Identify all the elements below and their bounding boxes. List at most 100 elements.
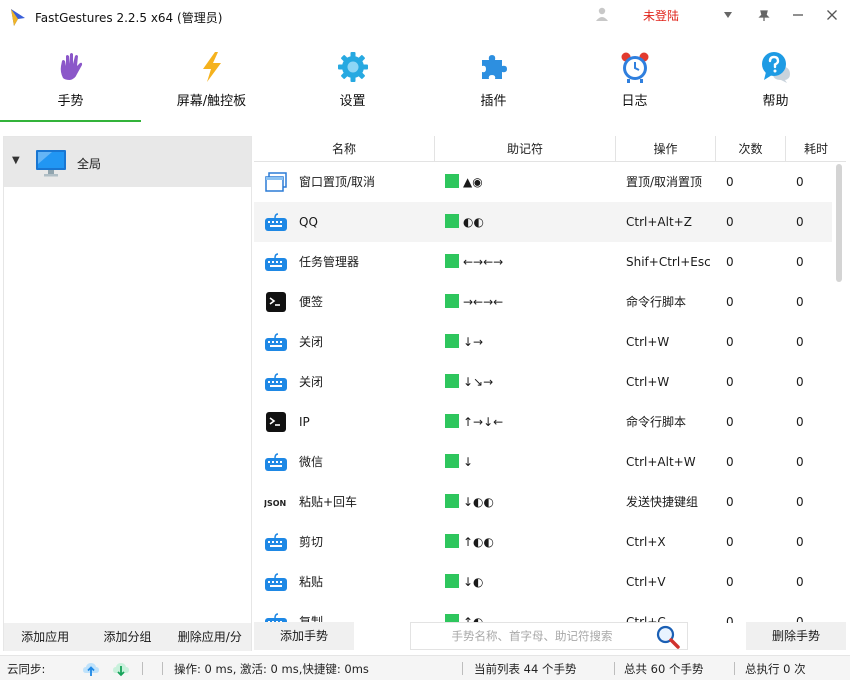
- mnemonic-swatch: [445, 374, 459, 388]
- login-status-link[interactable]: 未登陆: [643, 7, 679, 24]
- keyboard-icon: [265, 373, 287, 391]
- keyboard-icon: [265, 333, 287, 351]
- gesture-mnemonic: →←→←: [445, 282, 610, 322]
- mnemonic-symbols: ↑→↓←: [463, 415, 504, 429]
- mnemonic-swatch: [445, 214, 459, 228]
- gesture-name: 便签: [299, 295, 324, 309]
- scrollbar-thumb[interactable]: [836, 164, 842, 282]
- pin-button[interactable]: [752, 4, 776, 26]
- tab-settings[interactable]: 设置: [282, 36, 423, 122]
- window-icon: [265, 172, 287, 192]
- keyboard-icon: [265, 453, 287, 471]
- gesture-mnemonic: ↑→↓←: [445, 402, 610, 442]
- mnemonic-symbols: ↓: [463, 455, 474, 469]
- gesture-action: Ctrl+W: [626, 375, 670, 389]
- mnemonic-swatch: [445, 254, 459, 268]
- gesture-time: 0: [796, 255, 804, 269]
- monitor-icon: [36, 150, 66, 177]
- gesture-mnemonic: ↓◐◐: [445, 482, 610, 522]
- title-bar: FastGestures 2.2.5 x64 (管理员) 未登陆: [0, 0, 850, 32]
- column-header-action[interactable]: 操作: [616, 136, 716, 162]
- gesture-count: 0: [726, 415, 734, 429]
- dropdown-menu-button[interactable]: [716, 4, 740, 26]
- gesture-mnemonic: ↑◐: [445, 602, 610, 623]
- status-bar: 云同步: 操作: 0 ms, 激活: 0 ms,快捷键: 0ms 当前列表 44…: [0, 655, 850, 680]
- svg-text:JSON: JSON: [264, 499, 286, 508]
- expand-arrow-icon[interactable]: ▼: [12, 155, 20, 166]
- gesture-name: IP: [299, 415, 310, 429]
- column-header-mnemonic[interactable]: 助记符: [435, 136, 616, 162]
- gesture-action: Ctrl+X: [626, 535, 666, 549]
- user-icon[interactable]: [594, 6, 610, 22]
- gesture-mnemonic: ↓: [445, 442, 610, 482]
- gesture-action: 置顶/取消置顶: [626, 175, 703, 189]
- table-row[interactable]: QQ ◐◐ Ctrl+Alt+Z 0 0: [254, 202, 832, 242]
- table-row[interactable]: 粘贴 ↓◐ Ctrl+V 0 0: [254, 562, 832, 602]
- tab-plugins[interactable]: 插件: [423, 36, 564, 122]
- add-gesture-button[interactable]: 添加手势: [254, 622, 354, 650]
- table-row[interactable]: 复制 ↑◐ Ctrl+C 0 0: [254, 602, 832, 623]
- keyboard-icon: [265, 533, 287, 551]
- delete-gesture-button[interactable]: 删除手势: [746, 622, 846, 650]
- close-button[interactable]: [820, 4, 844, 26]
- gesture-count: 0: [726, 455, 734, 469]
- column-header-time[interactable]: 耗时: [786, 136, 846, 162]
- pin-icon: [758, 10, 770, 21]
- app-logo-icon: [11, 9, 25, 26]
- mnemonic-symbols: ↑◐◐: [463, 535, 494, 549]
- mnemonic-symbols: ▲◉: [463, 175, 483, 189]
- table-row[interactable]: IP ↑→↓← 命令行脚本 0 0: [254, 402, 832, 442]
- gesture-name: 关闭: [299, 335, 324, 349]
- gesture-name: 窗口置顶/取消: [299, 175, 376, 189]
- tab-screen-touchpad[interactable]: 屏幕/触控板: [141, 36, 282, 122]
- app-title: FastGestures 2.2.5 x64 (管理员): [35, 11, 223, 25]
- table-row[interactable]: JSON 粘贴+回车 ↓◐◐ 发送快捷键组 0 0: [254, 482, 832, 522]
- gesture-time: 0: [796, 575, 804, 589]
- tab-plugins-label: 插件: [480, 94, 507, 109]
- tab-screen-touchpad-label: 屏幕/触控板: [176, 94, 247, 109]
- gesture-name: 粘贴: [299, 575, 324, 589]
- gesture-time: 0: [796, 335, 804, 349]
- gesture-action: 命令行脚本: [626, 295, 687, 309]
- table-row[interactable]: 关闭 ↓→ Ctrl+W 0 0: [254, 322, 832, 362]
- table-row[interactable]: 微信 ↓ Ctrl+Alt+W 0 0: [254, 442, 832, 482]
- gesture-search-box: [410, 622, 688, 650]
- cloud-download-icon[interactable]: [112, 660, 130, 678]
- tab-help[interactable]: 帮助: [705, 36, 846, 122]
- column-header-count[interactable]: 次数: [716, 136, 786, 162]
- tab-gestures[interactable]: 手势: [0, 36, 141, 122]
- terminal-icon: [266, 292, 286, 312]
- status-separator: [142, 662, 143, 675]
- tab-settings-label: 设置: [339, 94, 366, 109]
- mnemonic-symbols: ↓↘→: [463, 375, 494, 389]
- mnemonic-symbols: ↓◐◐: [463, 495, 494, 509]
- table-row[interactable]: 窗口置顶/取消 ▲◉ 置顶/取消置顶 0 0: [254, 162, 832, 202]
- gesture-count: 0: [726, 295, 734, 309]
- column-header-name[interactable]: 名称: [254, 136, 435, 162]
- table-row[interactable]: 关闭 ↓↘→ Ctrl+W 0 0: [254, 362, 832, 402]
- table-row[interactable]: 任务管理器 ←→←→ Shif+Ctrl+Esc 0 0: [254, 242, 832, 282]
- group-panel: ▼ 全局 添加应用 添加分组 删除应用/分: [3, 136, 252, 651]
- group-item-global[interactable]: ▼ 全局: [4, 137, 251, 187]
- gesture-time: 0: [796, 495, 804, 509]
- table-row[interactable]: 剪切 ↑◐◐ Ctrl+X 0 0: [254, 522, 832, 562]
- gesture-name: 任务管理器: [299, 255, 360, 269]
- add-group-button[interactable]: 添加分组: [86, 623, 168, 651]
- gesture-time: 0: [796, 175, 804, 189]
- tab-logs[interactable]: 日志: [564, 36, 705, 122]
- gesture-time: 0: [796, 375, 804, 389]
- gesture-time: 0: [796, 215, 804, 229]
- search-icon[interactable]: [655, 624, 681, 650]
- gesture-action: Ctrl+V: [626, 575, 666, 589]
- hand-icon: [60, 53, 82, 80]
- delete-app-button[interactable]: 删除应用/分: [169, 623, 251, 651]
- minimize-button[interactable]: [786, 4, 810, 26]
- table-row[interactable]: 便签 →←→← 命令行脚本 0 0: [254, 282, 832, 322]
- status-separator: [734, 662, 735, 675]
- gesture-search-input[interactable]: [417, 626, 647, 646]
- table-scrollbar[interactable]: [834, 162, 844, 622]
- add-app-button[interactable]: 添加应用: [4, 623, 86, 651]
- group-name: 全局: [77, 157, 102, 171]
- cloud-upload-icon[interactable]: [82, 660, 100, 678]
- mnemonic-swatch: [445, 334, 459, 348]
